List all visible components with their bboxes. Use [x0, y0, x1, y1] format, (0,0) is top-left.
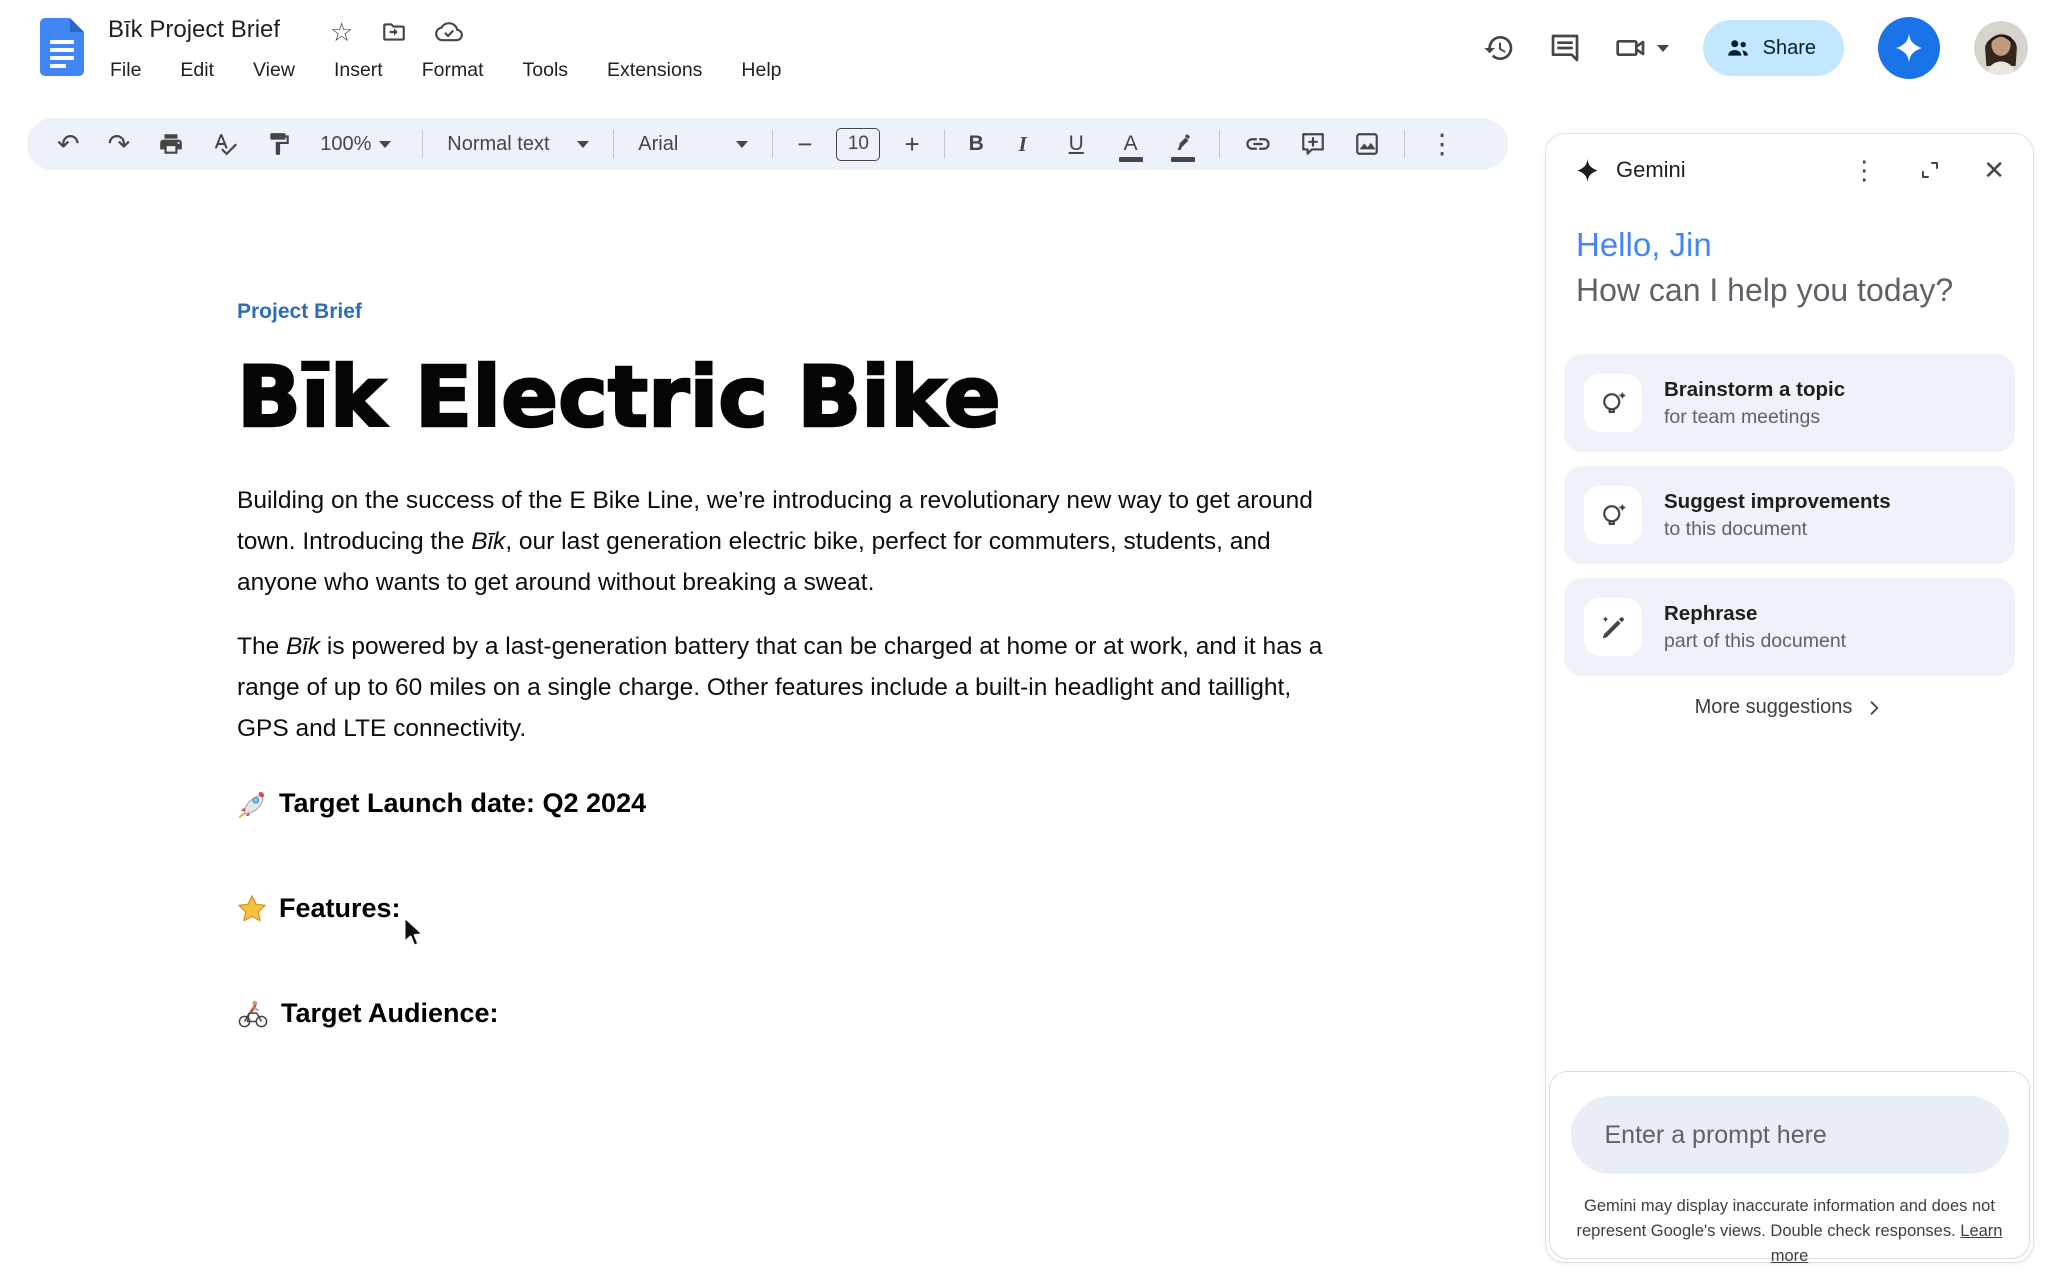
- gemini-close-icon[interactable]: ✕: [1983, 155, 2005, 186]
- paragraph-2: The Bīk is powered by a last-generation …: [237, 626, 1347, 749]
- text-color-button[interactable]: A: [1115, 128, 1147, 160]
- menu-bar: File Edit View Insert Format Tools Exten…: [106, 56, 786, 85]
- bold-button[interactable]: B: [965, 128, 995, 160]
- document-canvas[interactable]: Project Brief Bīk Electric Bike Building…: [0, 170, 1540, 1279]
- paragraph-style-select[interactable]: Normal text: [443, 129, 593, 160]
- gemini-prompt-section: Gemini may display inaccurate informatio…: [1549, 1071, 2030, 1259]
- menu-tools[interactable]: Tools: [519, 56, 573, 85]
- gemini-panel-header: Gemini ⋮ ✕: [1546, 134, 2033, 206]
- menu-insert[interactable]: Insert: [330, 56, 387, 85]
- paragraph-1: Building on the success of the E Bike Li…: [237, 480, 1347, 603]
- more-suggestions-link[interactable]: More suggestions: [1546, 696, 2033, 719]
- lightbulb-spark-icon: [1584, 374, 1642, 432]
- gemini-spark-icon: [1892, 31, 1926, 65]
- style-value: Normal text: [447, 133, 549, 156]
- gemini-panel-title: Gemini: [1616, 157, 1686, 183]
- gemini-disclaimer: Gemini may display inaccurate informatio…: [1570, 1194, 2010, 1269]
- highlight-color-button[interactable]: [1167, 128, 1199, 160]
- menu-help[interactable]: Help: [737, 56, 785, 85]
- move-to-folder-icon[interactable]: [381, 19, 407, 45]
- increase-font-size-button[interactable]: +: [900, 129, 923, 160]
- gemini-spark-button[interactable]: [1878, 17, 1940, 79]
- print-icon[interactable]: [154, 127, 188, 161]
- prompt-input[interactable]: [1571, 1096, 2009, 1174]
- gemini-side-panel: Gemini ⋮ ✕ Hello, Jin How can I help you…: [1545, 133, 2034, 1263]
- more-options-icon[interactable]: ⋮: [1425, 127, 1460, 162]
- suggestion-card-improvements[interactable]: Suggest improvementsto this document: [1564, 466, 2015, 564]
- insert-image-icon[interactable]: [1350, 127, 1384, 161]
- gemini-expand-icon[interactable]: [1918, 158, 1942, 182]
- zoom-select[interactable]: 100%: [316, 129, 402, 160]
- insert-link-icon[interactable]: [1240, 126, 1276, 162]
- zoom-value: 100%: [320, 133, 371, 156]
- undo-icon[interactable]: ↶: [53, 127, 84, 162]
- gemini-spark-icon: [1574, 157, 1601, 184]
- document-title[interactable]: Bīk Project Brief: [108, 16, 280, 44]
- google-docs-logo[interactable]: [40, 18, 84, 76]
- comments-icon[interactable]: [1549, 32, 1581, 64]
- redo-icon[interactable]: ↷: [104, 127, 135, 162]
- share-button[interactable]: Share: [1703, 20, 1844, 76]
- menu-format[interactable]: Format: [418, 56, 488, 85]
- menu-extensions[interactable]: Extensions: [603, 56, 706, 85]
- mouse-cursor: [400, 915, 426, 949]
- add-comment-icon[interactable]: [1296, 127, 1330, 161]
- docs-logo-lines: [50, 40, 74, 72]
- gemini-question: How can I help you today?: [1576, 272, 1953, 309]
- formatting-toolbar: ↶ ↷ 100% Normal text Arial − 10 + B I U …: [27, 118, 1508, 170]
- document-heading: Bīk Electric Bike: [237, 348, 1347, 446]
- meet-presentation-control[interactable]: [1615, 32, 1669, 64]
- section-label: Project Brief: [237, 300, 1347, 324]
- menu-edit[interactable]: Edit: [176, 56, 218, 85]
- suggestion-card-brainstorm[interactable]: Brainstorm a topicfor team meetings: [1564, 354, 2015, 452]
- top-bar: Bīk Project Brief ☆ File Edit View Inser…: [0, 0, 2048, 108]
- suggestion-card-rephrase[interactable]: Rephrasepart of this document: [1564, 578, 2015, 676]
- decrease-font-size-button[interactable]: −: [793, 129, 816, 160]
- chevron-down-icon: [1657, 45, 1669, 52]
- launch-date-heading: Target Launch date: Q2 2024: [237, 788, 1347, 819]
- italic-brand-name: Bīk: [286, 633, 320, 660]
- pen-spark-icon: [1584, 598, 1642, 656]
- docs-logo-fold: [70, 18, 84, 32]
- italic-button[interactable]: I: [1015, 128, 1045, 161]
- menu-file[interactable]: File: [106, 56, 145, 85]
- target-audience-heading: Target Audience:: [237, 998, 1347, 1029]
- videocam-icon: [1615, 32, 1647, 64]
- star-document-icon[interactable]: ☆: [330, 19, 353, 45]
- people-icon: [1725, 35, 1751, 61]
- gemini-more-options-icon[interactable]: ⋮: [1851, 155, 1877, 186]
- spellcheck-icon[interactable]: [208, 127, 242, 161]
- lightbulb-spark-icon: [1584, 486, 1642, 544]
- menu-view[interactable]: View: [249, 56, 299, 85]
- underline-button[interactable]: U: [1065, 128, 1095, 160]
- font-size-input[interactable]: 10: [836, 128, 880, 161]
- gemini-suggestion-cards: Brainstorm a topicfor team meetings Sugg…: [1564, 354, 2015, 676]
- user-avatar[interactable]: [1974, 21, 2028, 75]
- version-history-icon[interactable]: [1483, 32, 1515, 64]
- star-emoji-icon: [237, 894, 267, 924]
- cloud-saved-icon[interactable]: [435, 18, 463, 46]
- font-value: Arial: [638, 133, 678, 156]
- font-select[interactable]: Arial: [634, 129, 752, 160]
- paint-format-icon[interactable]: [262, 127, 296, 161]
- italic-brand-name: Bīk: [471, 528, 505, 555]
- share-button-label: Share: [1763, 37, 1816, 60]
- gemini-greeting: Hello, Jin: [1576, 226, 1953, 264]
- rocket-emoji-icon: [237, 789, 267, 819]
- chevron-right-icon: [1864, 698, 1884, 718]
- cyclist-emoji-icon: [237, 999, 269, 1029]
